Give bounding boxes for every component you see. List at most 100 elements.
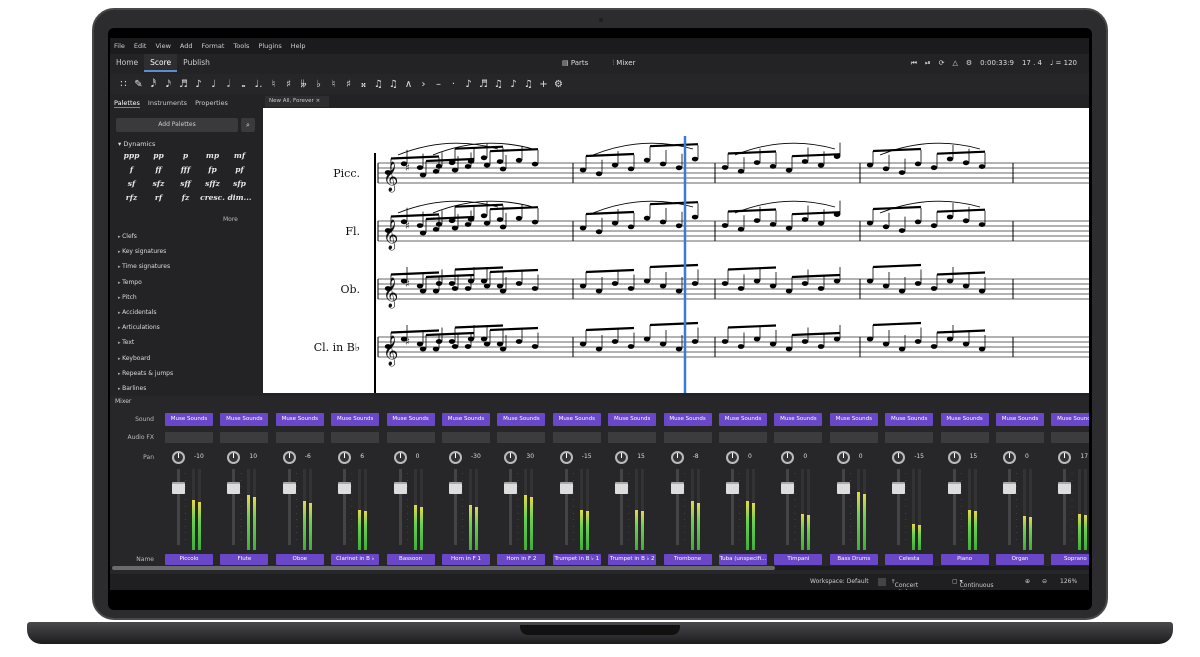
zoom-level[interactable]: 126% [1060, 578, 1077, 585]
toolbar-note-icon[interactable]: 𝅗𝅥 [221, 79, 236, 90]
toolbar-note-icon[interactable]: ♬ [176, 79, 191, 90]
menu-item-tools[interactable]: Tools [233, 42, 249, 50]
concert-pitch-label[interactable]: ⫯ Concert pitch [892, 578, 918, 590]
menu-item-add[interactable]: Add [180, 42, 193, 50]
loop-icon[interactable]: ⟳ [939, 59, 945, 67]
toolbar-note-icon[interactable]: ♪ [461, 79, 476, 90]
dynamic-18[interactable]: cresc. [199, 193, 226, 204]
dynamic-5[interactable]: f [118, 165, 145, 176]
palette-item[interactable]: Clefs [118, 229, 173, 244]
dynamic-12[interactable]: sff [172, 179, 199, 190]
dynamic-0[interactable]: ppp [118, 151, 145, 162]
channel-name[interactable]: Horn in F 1 [442, 554, 490, 565]
pan-knob[interactable] [559, 451, 573, 464]
toolbar-note-icon[interactable]: ♮ [326, 79, 341, 90]
toolbar-note-icon[interactable]: ♫ [521, 79, 536, 90]
palette-item[interactable]: Barlines [118, 381, 173, 396]
channel-name[interactable]: Organ [996, 554, 1044, 565]
pan-knob[interactable] [282, 451, 296, 464]
toolbar-note-icon[interactable]: ♭ [311, 79, 326, 90]
audio-fx-slot[interactable] [940, 432, 989, 443]
pan-knob[interactable] [670, 451, 684, 464]
menu-item-view[interactable]: View [155, 42, 170, 50]
tab-publish[interactable]: Publish [177, 54, 216, 72]
menu-item-file[interactable]: File [114, 42, 125, 50]
channel-name[interactable]: Piccolo [165, 554, 213, 565]
pan-knob[interactable] [1058, 451, 1072, 464]
dynamics-header[interactable]: ▾ Dynamics [118, 140, 155, 148]
toolbar-note-icon[interactable]: · [446, 79, 461, 90]
mixer-button[interactable]: ⫶ Mixer [612, 59, 647, 68]
volume-fader[interactable] [1058, 482, 1072, 494]
dynamic-16[interactable]: rf [145, 193, 172, 204]
view-mode-selector[interactable]: ▢ Continuous view ▾ [952, 578, 993, 590]
dynamic-17[interactable]: fz [172, 193, 199, 204]
audio-fx-slot[interactable] [442, 432, 490, 443]
dynamic-13[interactable]: sffz [199, 179, 226, 190]
volume-fader[interactable] [449, 482, 462, 494]
channel-name[interactable]: Clarinet in B ♭ [331, 554, 380, 565]
concert-pitch-toggle[interactable] [878, 578, 886, 586]
zoom-in-icon[interactable]: ⊕ [1025, 578, 1030, 585]
toolbar-note-icon[interactable]: – [431, 79, 446, 90]
document-tab[interactable]: New All, Forever × [265, 96, 329, 107]
pan-knob[interactable] [1003, 451, 1016, 464]
playback-settings-icon[interactable]: ⚙ [966, 59, 972, 67]
pan-knob[interactable] [172, 451, 185, 464]
palette-item[interactable]: Repeats & jumps [118, 366, 173, 381]
channel-name[interactable]: Bassoon [386, 554, 435, 565]
audio-fx-slot[interactable] [331, 432, 380, 443]
sound-selector[interactable]: Muse Sounds [386, 413, 435, 426]
channel-name[interactable]: Horn in F 2 [497, 554, 546, 565]
audio-fx-slot[interactable] [275, 432, 324, 443]
mixer-scrollbar[interactable] [110, 566, 1089, 570]
channel-name[interactable]: Trombone [663, 554, 712, 565]
pan-knob[interactable] [449, 451, 462, 464]
channel-name[interactable]: Piano [940, 554, 989, 565]
audio-fx-slot[interactable] [386, 432, 435, 443]
pan-knob[interactable] [393, 451, 407, 464]
scrollbar-thumb[interactable] [112, 566, 775, 570]
palette-item[interactable]: Text [118, 335, 173, 350]
palette-item[interactable]: Time signatures [118, 259, 173, 274]
toolbar-note-icon[interactable]: + [536, 79, 551, 90]
menu-item-format[interactable]: Format [202, 42, 225, 50]
volume-fader[interactable] [947, 482, 961, 494]
audio-fx-slot[interactable] [552, 432, 601, 443]
audio-fx-slot[interactable] [663, 432, 712, 443]
volume-fader[interactable] [504, 482, 518, 494]
dynamic-19[interactable]: dim... [226, 193, 253, 204]
sound-selector[interactable]: Muse Sounds [442, 413, 490, 426]
toolbar-note-icon[interactable]: ✎ [131, 79, 146, 90]
channel-name[interactable]: Trumpet in B ♭ 2 [608, 554, 657, 565]
audio-fx-slot[interactable] [996, 432, 1044, 443]
channel-name[interactable]: Soprano [1051, 554, 1089, 565]
palette-item[interactable]: Pitch [118, 290, 173, 305]
sound-selector[interactable]: Muse Sounds [940, 413, 989, 426]
sound-selector[interactable]: Muse Sounds [608, 413, 657, 426]
audio-fx-slot[interactable] [497, 432, 546, 443]
menu-item-plugins[interactable]: Plugins [258, 42, 281, 50]
sound-selector[interactable]: Muse Sounds [220, 413, 269, 426]
volume-fader[interactable] [338, 482, 352, 494]
toolbar-note-icon[interactable]: ♫ [371, 79, 386, 90]
toolbar-note-icon[interactable]: 𝅝 [236, 79, 251, 90]
dynamic-3[interactable]: mp [199, 151, 226, 162]
channel-name[interactable]: Tuba (unspecifi... [719, 554, 767, 565]
sound-selector[interactable]: Muse Sounds [1051, 413, 1089, 426]
sound-selector[interactable]: Muse Sounds [719, 413, 767, 426]
sound-selector[interactable]: Muse Sounds [331, 413, 380, 426]
zoom-out-icon[interactable]: ⊖ [1042, 578, 1047, 585]
audio-fx-slot[interactable] [829, 432, 878, 443]
volume-fader[interactable] [892, 482, 906, 494]
menu-item-edit[interactable]: Edit [134, 42, 147, 50]
palette-item[interactable]: Articulations [118, 320, 173, 335]
dynamic-2[interactable]: p [172, 151, 199, 162]
play-icon[interactable]: ⏯ [925, 59, 931, 68]
sound-selector[interactable]: Muse Sounds [165, 413, 213, 426]
sound-selector[interactable]: Muse Sounds [275, 413, 324, 426]
toolbar-note-icon[interactable]: ♪ [506, 79, 521, 90]
pan-knob[interactable] [781, 451, 795, 464]
sound-selector[interactable]: Muse Sounds [663, 413, 712, 426]
volume-fader[interactable] [615, 482, 629, 494]
